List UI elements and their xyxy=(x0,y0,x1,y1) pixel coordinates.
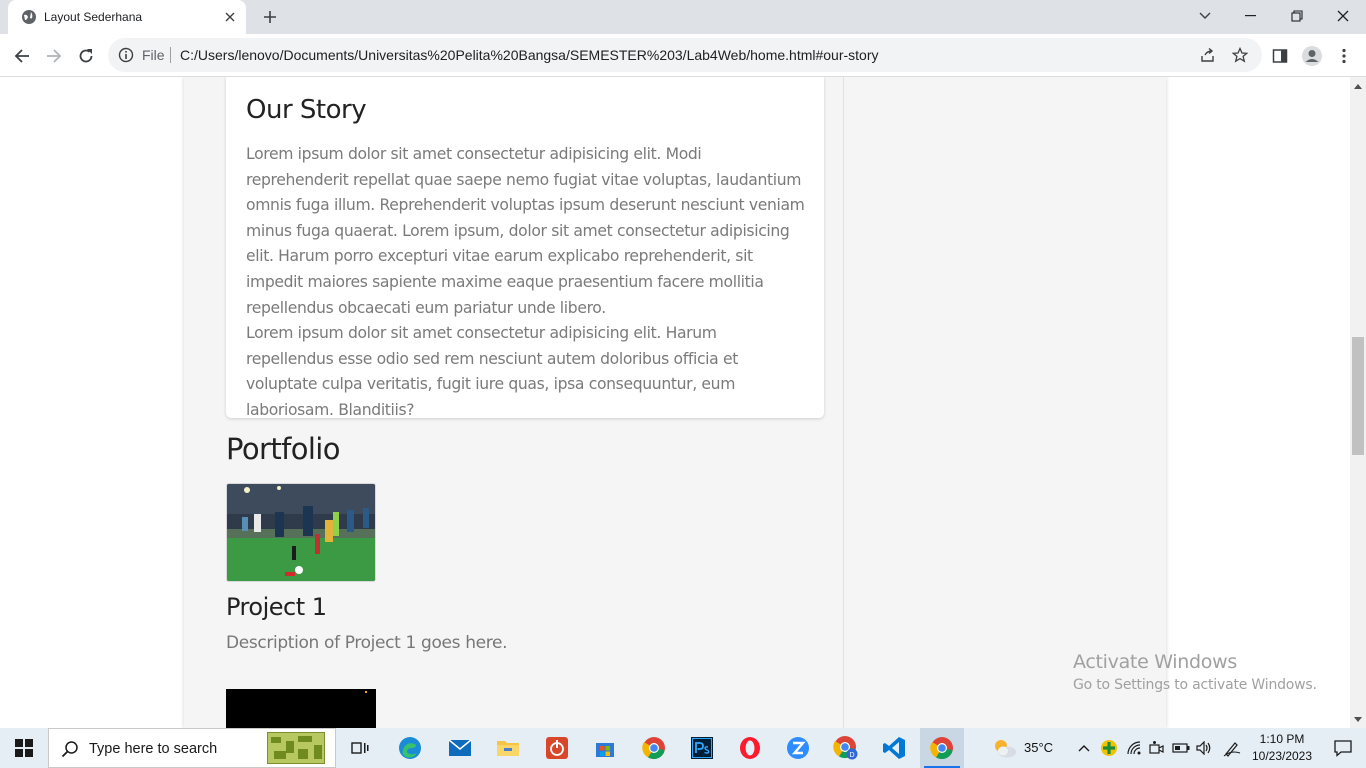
minimize-button[interactable] xyxy=(1228,0,1274,32)
clock-date: 10/23/2023 xyxy=(1251,749,1313,763)
project-1-description: Description of Project 1 goes here. xyxy=(226,633,508,653)
photoshop-icon[interactable] xyxy=(680,728,724,768)
share-icon[interactable] xyxy=(1198,45,1218,65)
search-placeholder: Type here to search xyxy=(89,741,218,757)
project-1-title: Project 1 xyxy=(226,593,327,621)
reload-button[interactable] xyxy=(72,42,100,70)
menu-kebab-icon[interactable] xyxy=(1330,42,1358,70)
watermark-subtitle: Go to Settings to activate Windows. xyxy=(1073,677,1317,693)
close-window-button[interactable] xyxy=(1320,0,1366,32)
red-app-icon[interactable] xyxy=(535,728,579,768)
our-story-title: Our Story xyxy=(246,95,367,125)
address-bar[interactable]: File C:/Users/lenovo/Documents/Universit… xyxy=(108,38,1262,72)
security-icon[interactable] xyxy=(1098,728,1120,768)
chrome-active-icon[interactable] xyxy=(920,728,964,768)
microsoft-store-icon[interactable] xyxy=(583,728,627,768)
task-view-icon[interactable] xyxy=(338,728,382,768)
side-panel-icon[interactable] xyxy=(1266,42,1294,70)
windows-taskbar: Type here to search D 35°C 1:10 PM 10/23… xyxy=(0,728,1366,768)
browser-toolbar: File C:/Users/lenovo/Documents/Universit… xyxy=(0,34,1366,77)
start-button[interactable] xyxy=(0,728,48,768)
restore-button[interactable] xyxy=(1274,0,1320,32)
chevron-up-icon[interactable] xyxy=(1074,728,1094,768)
search-icon xyxy=(61,740,79,758)
mail-icon[interactable] xyxy=(438,728,482,768)
windows-logo-icon xyxy=(15,739,33,757)
back-button[interactable] xyxy=(8,42,36,70)
page-container: Our Story Lorem ipsum dolor sit amet con… xyxy=(184,77,1166,728)
our-story-card: Our Story Lorem ipsum dolor sit amet con… xyxy=(226,77,824,419)
vertical-scrollbar[interactable] xyxy=(1350,77,1366,728)
our-story-body: Lorem ipsum dolor sit amet consectetur a… xyxy=(246,142,806,424)
browser-tabstrip: Layout Sederhana xyxy=(0,0,1366,34)
tab-search-icon[interactable] xyxy=(1182,0,1228,32)
profile-avatar[interactable] xyxy=(1298,42,1326,70)
battery-icon[interactable] xyxy=(1170,728,1192,768)
volume-icon[interactable] xyxy=(1194,728,1214,768)
zoom-icon[interactable] xyxy=(776,728,820,768)
info-icon[interactable] xyxy=(118,47,134,63)
svg-text:D: D xyxy=(849,752,854,759)
main-content: Our Story Lorem ipsum dolor sit amet con… xyxy=(184,77,844,728)
scroll-up-arrow-icon[interactable] xyxy=(1350,79,1366,93)
url-text[interactable]: C:/Users/lenovo/Documents/Universitas%20… xyxy=(180,47,879,63)
vscode-icon[interactable] xyxy=(872,728,916,768)
scroll-down-arrow-icon[interactable] xyxy=(1350,712,1366,726)
watermark-title: Activate Windows xyxy=(1073,651,1237,673)
weather-icon[interactable] xyxy=(988,728,1020,768)
notification-center-icon[interactable] xyxy=(1320,728,1366,768)
close-tab-icon[interactable] xyxy=(220,7,240,27)
portfolio-title: Portfolio xyxy=(226,432,341,466)
chrome-profile-icon[interactable]: D xyxy=(824,728,868,768)
scrollbar-thumb[interactable] xyxy=(1352,337,1364,455)
clock-time: 1:10 PM xyxy=(1259,732,1305,746)
wifi-icon[interactable] xyxy=(1124,728,1144,768)
globe-icon xyxy=(21,9,37,25)
chrome-icon[interactable] xyxy=(632,728,676,768)
project-1-image xyxy=(226,483,376,582)
pen-workspace-icon[interactable] xyxy=(1220,728,1244,768)
our-story-paragraph: Lorem ipsum dolor sit amet consectetur a… xyxy=(246,145,805,317)
taskbar-search-box[interactable]: Type here to search xyxy=(48,728,336,768)
tab-title: Layout Sederhana xyxy=(44,10,143,24)
project-2-image xyxy=(226,689,376,728)
bookmark-star-icon[interactable] xyxy=(1230,45,1250,65)
browser-tab[interactable]: Layout Sederhana xyxy=(8,0,246,34)
omnibox-divider xyxy=(170,47,171,63)
weather-temperature[interactable]: 35°C xyxy=(1024,740,1053,755)
edge-icon[interactable] xyxy=(388,728,432,768)
forward-button[interactable] xyxy=(40,42,68,70)
page-viewport: Our Story Lorem ipsum dolor sit amet con… xyxy=(0,77,1350,728)
new-tab-button[interactable] xyxy=(259,6,281,28)
search-highlight-image[interactable] xyxy=(267,732,325,764)
opera-icon[interactable] xyxy=(728,728,772,768)
meet-now-icon[interactable] xyxy=(1146,728,1166,768)
scheme-label: File xyxy=(142,47,165,63)
file-explorer-icon[interactable] xyxy=(486,728,530,768)
taskbar-clock[interactable]: 1:10 PM 10/23/2023 xyxy=(1248,731,1316,765)
activate-windows-watermark: Activate Windows Go to Settings to activ… xyxy=(1073,651,1317,693)
our-story-paragraph: Lorem ipsum dolor sit amet consectetur a… xyxy=(246,324,738,419)
